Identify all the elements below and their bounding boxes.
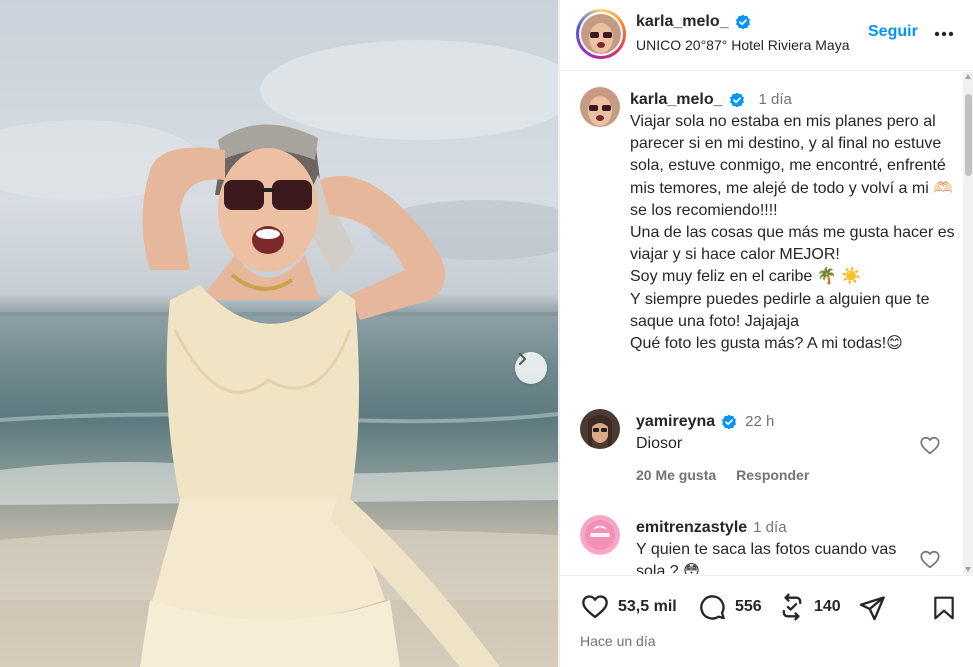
author-username[interactable]: karla_melo_	[636, 13, 729, 31]
bookmark-icon	[934, 596, 954, 620]
comment-time[interactable]: 22 h	[745, 411, 774, 433]
comment-like-heart-icon[interactable]	[919, 549, 941, 571]
commenter-avatar[interactable]	[580, 515, 620, 555]
commenter-avatar[interactable]	[580, 409, 620, 449]
comment-header: emitrenzastyle 1 día	[636, 517, 916, 539]
scroll-up-arrow-icon[interactable]	[965, 74, 971, 79]
save-button[interactable]	[931, 594, 957, 627]
comment-body: emitrenzastyle 1 día Y quien te saca las…	[636, 517, 916, 574]
scrollbar-thumb[interactable]	[965, 94, 972, 176]
avatar-image	[581, 14, 621, 54]
verified-badge-icon	[729, 92, 744, 108]
comments-count: 556	[735, 598, 762, 615]
author-avatar[interactable]	[576, 9, 626, 59]
caption-username[interactable]: karla_melo_	[630, 89, 723, 111]
comment-meta: 20 Me gusta Responder	[636, 467, 809, 483]
more-horizontal-icon	[934, 31, 954, 37]
beach-photo-illustration	[0, 40, 558, 667]
send-icon	[859, 596, 885, 621]
comment-text: Diosor	[636, 435, 683, 452]
post-actions-bar: 53,5 mil 556 140 Hace un día	[560, 575, 973, 667]
comment-likes-count[interactable]: 20 Me gusta	[636, 467, 716, 483]
likes-count[interactable]: 53,5 mil	[618, 598, 677, 616]
caption-body: karla_melo_ 1 día Viajar sola no estaba …	[630, 89, 960, 355]
caption-header: karla_melo_ 1 día	[630, 89, 960, 111]
comment-reply-button[interactable]: Responder	[736, 467, 809, 483]
comment-bubble-icon	[700, 595, 725, 620]
repost-icon	[782, 593, 802, 621]
comment-button[interactable]: 556	[697, 593, 762, 621]
heart-icon	[582, 595, 608, 619]
reposts-count: 140	[814, 598, 841, 615]
comment-text: Y quien te saca las fotos cuando vas sol…	[636, 541, 897, 574]
caption-text: Viajar sola no estaba en mis planes pero…	[630, 113, 955, 353]
post-sidebar: karla_melo_ UNICO 20°87° Hotel Riviera M…	[560, 0, 973, 667]
chevron-right-icon	[519, 353, 526, 365]
comment-like-heart-icon[interactable]	[919, 435, 941, 457]
like-button[interactable]: 53,5 mil	[580, 593, 677, 621]
comments-section[interactable]: karla_melo_ 1 día Viajar sola no estaba …	[560, 72, 973, 574]
comment-username[interactable]: yamireyna	[636, 411, 715, 433]
next-image-button[interactable]	[515, 352, 547, 384]
comment-item: yamireyna 22 h Diosor 20 Me gusta Respon…	[580, 409, 950, 489]
comment-header: yamireyna 22 h	[636, 411, 916, 433]
scroll-down-arrow-icon[interactable]	[965, 567, 971, 572]
comment-item: emitrenzastyle 1 día Y quien te saca las…	[580, 515, 950, 574]
comment-time[interactable]: 1 día	[753, 517, 786, 539]
more-options-button[interactable]	[932, 22, 956, 46]
author-username-row: karla_melo_	[636, 13, 751, 31]
repost-button[interactable]: 140	[778, 593, 841, 621]
post-header: karla_melo_ UNICO 20°87° Hotel Riviera M…	[560, 0, 973, 71]
post-location[interactable]: UNICO 20°87° Hotel Riviera Maya	[636, 37, 850, 53]
verified-badge-icon	[722, 414, 737, 430]
comments-scrollbar[interactable]	[963, 72, 973, 574]
post-timestamp[interactable]: Hace un día	[580, 633, 656, 649]
caption-time[interactable]: 1 día	[759, 89, 792, 111]
post-photo[interactable]	[0, 0, 558, 667]
comment-username[interactable]: emitrenzastyle	[636, 517, 747, 539]
follow-button[interactable]: Seguir	[868, 23, 918, 41]
caption-author-avatar[interactable]	[580, 87, 620, 127]
verified-badge-icon	[735, 14, 750, 30]
share-button[interactable]	[858, 594, 886, 627]
comment-body: yamireyna 22 h Diosor	[636, 411, 916, 455]
